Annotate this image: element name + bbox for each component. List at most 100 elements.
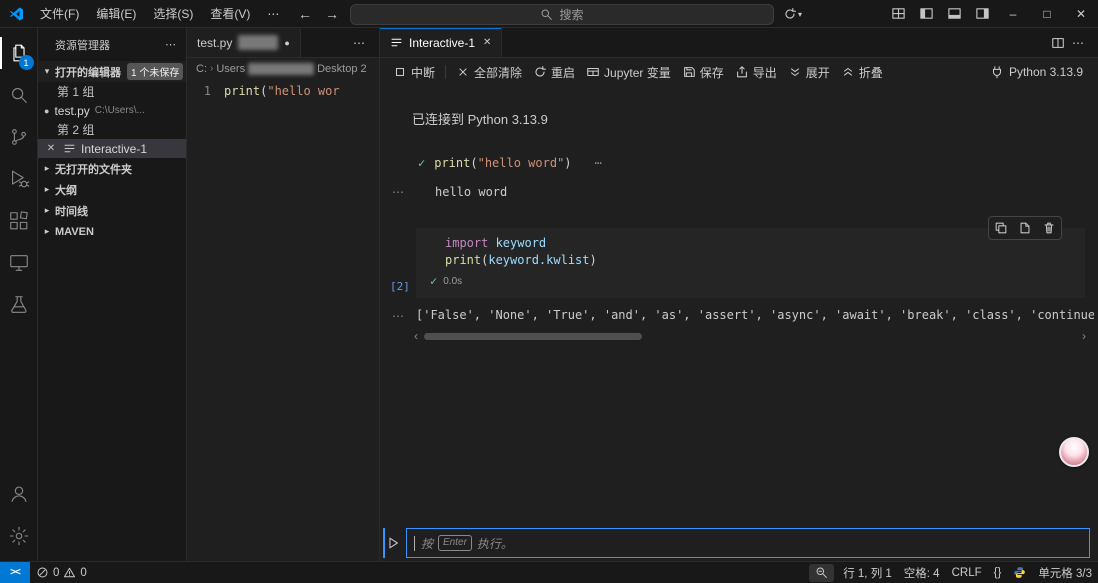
menu-overflow-icon[interactable]: ⋯ [259,4,287,24]
search-icon [540,8,553,21]
code-input-field[interactable]: 按 Enter 执行。 [406,528,1090,558]
scroll-left-icon[interactable]: ‹ [410,330,422,343]
expand-all-button[interactable]: 展开 [783,61,835,84]
settings-gear-icon[interactable] [0,515,38,557]
execution-count: [2] [390,280,410,293]
remote-indicator[interactable]: >< [0,562,30,583]
sync-dropdown-icon[interactable]: ▾ [783,7,802,21]
python-icon[interactable] [1007,562,1032,583]
vscode-logo-icon [9,6,25,22]
forward-icon[interactable]: → [323,6,341,22]
text-caret [414,536,415,551]
sidebar-more-icon[interactable]: ⋯ [165,38,176,51]
magnifier-icon [815,566,828,579]
export-cell-icon[interactable] [1013,217,1037,239]
delete-cell-icon[interactable] [1037,217,1061,239]
back-icon[interactable]: ← [296,6,314,22]
editor-group-1-label[interactable]: 第 1 组 [38,82,186,101]
activity-source-control-icon[interactable] [0,116,38,158]
activity-run-debug-icon[interactable] [0,158,38,200]
breadcrumb-desktop[interactable]: Desktop 2 [317,63,367,75]
breadcrumb[interactable]: C: › Users Desktop 2 [187,58,379,79]
activity-search-icon[interactable] [0,74,38,116]
file-path: C:\Users\... [95,105,145,116]
jupyter-variables-button[interactable]: Jupyter 变量 [581,61,676,84]
output-collapse-icon[interactable]: ⋯ [392,309,405,323]
avatar[interactable] [1059,437,1089,467]
code-token: print [224,84,260,98]
line-number: 1 [187,84,224,98]
scrollbar-track[interactable] [422,330,1078,343]
activity-remote-explorer-icon[interactable] [0,242,38,284]
problems-indicator[interactable]: 0 0 [30,562,93,583]
activity-extensions-icon[interactable] [0,200,38,242]
tab-interactive-1[interactable]: Interactive-1 ✕ [380,28,502,57]
cell-more-icon[interactable]: ⋯ [595,156,603,170]
breadcrumb-users[interactable]: Users [216,63,245,75]
search-placeholder: 搜索 [559,6,583,23]
minimize-button[interactable]: – [996,0,1030,27]
menu-selection[interactable]: 选择(S) [145,2,201,25]
scroll-right-icon[interactable]: › [1078,330,1090,343]
tab-test-py[interactable]: test.py ● [187,28,301,57]
account-icon[interactable] [0,473,38,515]
split-editor-icon[interactable] [1051,36,1065,50]
sidebar-section-maven[interactable]: ▸ MAVEN [38,221,186,242]
customize-layout-icon[interactable] [884,0,912,27]
code-editor[interactable]: 1print("hello wor [187,79,379,98]
cell-indicator[interactable]: 单元格 3/3 [1032,562,1098,583]
output-collapse-icon[interactable]: ⋯ [392,185,405,199]
cursor-position[interactable]: 行 1, 列 1 [837,562,898,583]
button-label: 展开 [806,64,830,81]
collapse-all-button[interactable]: 折叠 [836,61,888,84]
save-button[interactable]: 保存 [677,61,729,84]
command-search-box[interactable]: 搜索 [350,4,774,25]
indentation-indicator[interactable]: 空格: 4 [898,562,946,583]
export-button[interactable]: 导出 [730,61,782,84]
menu-edit[interactable]: 编辑(E) [88,2,144,25]
close-icon[interactable]: ✕ [44,143,58,154]
error-count: 0 [53,567,59,579]
eol-indicator[interactable]: CRLF [946,562,988,583]
sidebar-section-no-folder[interactable]: ▸ 无打开的文件夹 [38,158,186,179]
status-bar: >< 0 0 行 1, 列 1 空格: 4 CRLF {} 单元格 3/3 [0,561,1098,583]
horizontal-scrollbar[interactable]: ‹ › [410,330,1090,343]
enter-key-hint: Enter [438,535,472,551]
menu-file[interactable]: 文件(F) [32,2,87,25]
dirty-indicator[interactable]: ● [284,38,289,48]
language-braces-indicator[interactable]: {} [988,562,1008,583]
scrollbar-thumb[interactable] [424,333,642,340]
editor-actions-more-icon[interactable]: ⋯ [1067,36,1090,50]
maximize-button[interactable]: □ [1030,0,1064,27]
clear-all-button[interactable]: 全部清除 [451,61,527,84]
executed-cell-2[interactable]: import keyword print(keyword.kwlist) ✓ 0… [416,228,1085,298]
breadcrumb-drive[interactable]: C: [196,63,207,75]
activity-explorer-icon[interactable]: 1 [0,32,38,74]
interactive-window-icon [390,36,403,49]
executed-cell-1[interactable]: ✓ print("hello word") ⋯ [418,156,603,170]
open-editors-header[interactable]: ▾ 打开的编辑器 1 个未保存 [38,61,186,82]
active-input-indicator [383,528,385,558]
button-label: 全部清除 [474,64,522,81]
close-icon[interactable]: ✕ [483,37,491,48]
sidebar-section-timeline[interactable]: ▸ 时间线 [38,200,186,221]
sidebar-section-outline[interactable]: ▸ 大纲 [38,179,186,200]
open-editor-item-testpy[interactable]: ● test.py C:\Users\... [38,101,186,120]
section-label: MAVEN [55,226,94,238]
activity-testing-icon[interactable] [0,284,38,326]
menu-view[interactable]: 查看(V) [202,2,258,25]
toggle-primary-sidebar-icon[interactable] [912,0,940,27]
interrupt-button[interactable]: 中断 [388,61,440,84]
kernel-picker-button[interactable]: Python 3.13.9 [985,62,1088,82]
toggle-panel-icon[interactable] [940,0,968,27]
open-editor-item-interactive[interactable]: ✕ Interactive-1 [38,139,186,158]
editor-group-2-label[interactable]: 第 2 组 [38,120,186,139]
toggle-secondary-sidebar-icon[interactable] [968,0,996,27]
zoom-indicator[interactable] [809,564,834,582]
success-check-icon: ✓ [430,274,437,288]
close-button[interactable]: ✕ [1064,0,1098,27]
restart-button[interactable]: 重启 [528,61,580,84]
editor-actions-more-icon[interactable]: ⋯ [348,36,371,50]
copy-cell-icon[interactable] [989,217,1013,239]
button-label: 导出 [753,64,777,81]
